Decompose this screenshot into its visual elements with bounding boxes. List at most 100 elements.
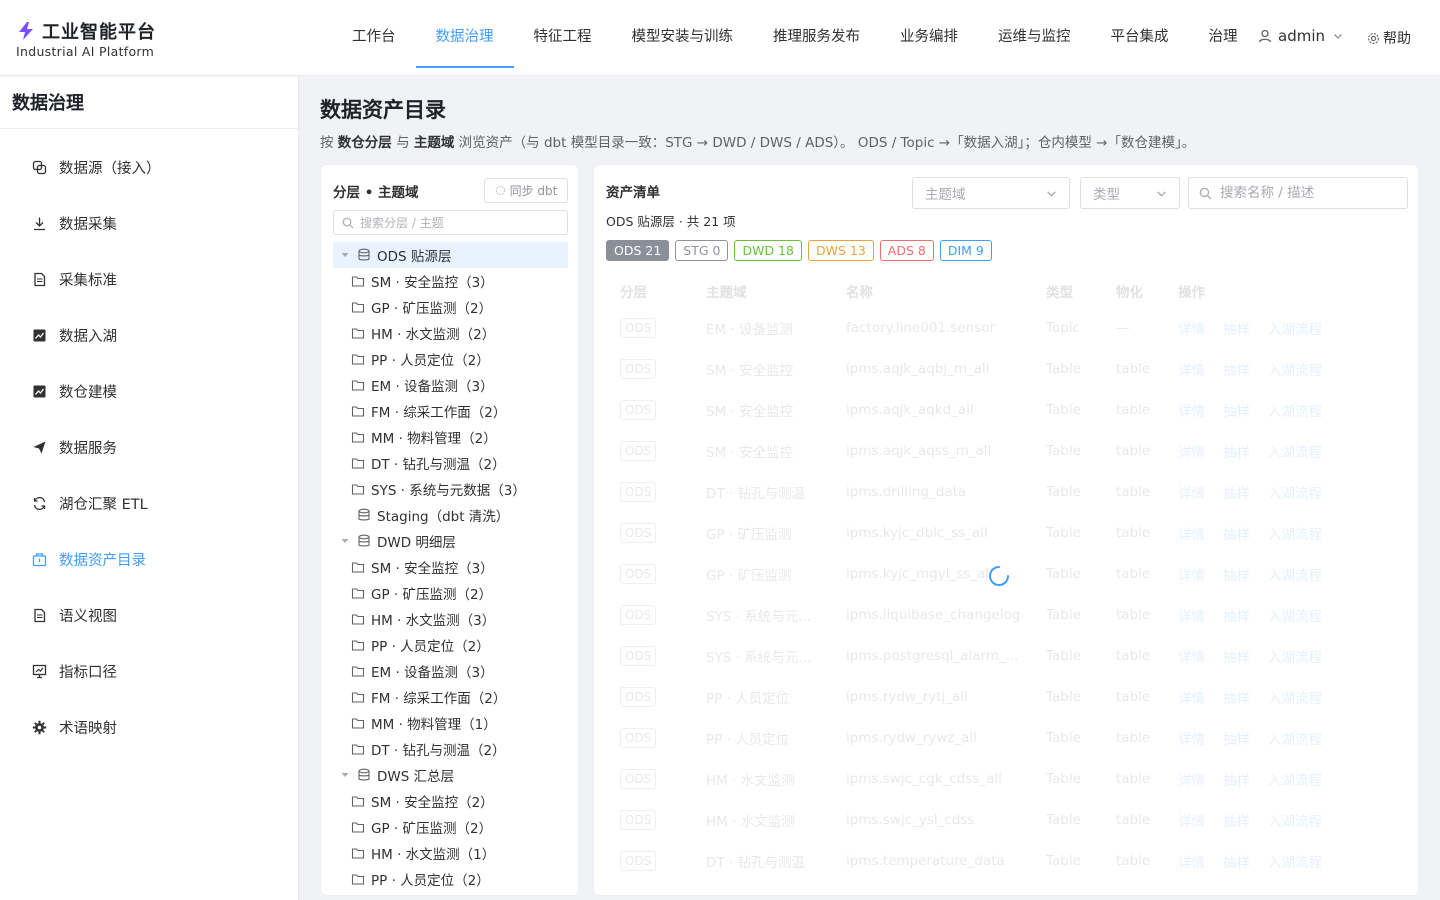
ingest-flow-link[interactable]: 入湖流程 [1268,605,1322,625]
sample-link[interactable]: 抽样 [1223,646,1250,666]
sample-link[interactable]: 抽样 [1223,318,1250,338]
tree-node-domain[interactable]: GP · 矿压监测（2） [333,294,568,320]
ingest-flow-link[interactable]: 入湖流程 [1268,359,1322,379]
detail-link[interactable]: 详情 [1178,687,1205,707]
sidebar-item-datasource[interactable]: 数据源（接入） [0,139,298,195]
ingest-flow-link[interactable]: 入湖流程 [1268,728,1322,748]
sidebar-item-standards[interactable]: 采集标准 [0,251,298,307]
tree-node-domain[interactable]: SYS · 系统与元数据（3） [333,476,568,502]
tree-node-dws[interactable]: DWS 汇总层 [333,762,568,788]
sidebar-item-semantic-view[interactable]: 语义视图 [0,587,298,643]
tree-node-domain[interactable]: PP · 人员定位（2） [333,632,568,658]
tree-node-domain[interactable]: PP · 人员定位（2） [333,866,568,892]
table-row[interactable]: ODS GP · 矿压监测 ipms.kyjc_dblc_ss_all Table ta… [606,512,1406,553]
topnav-governance-more[interactable]: 治理与 [1189,0,1239,68]
tree-node-domain[interactable]: HM · 水文监测（2） [333,320,568,346]
tree-node-domain[interactable]: FM · 综采工作面（2） [333,398,568,424]
ingest-flow-link[interactable]: 入湖流程 [1268,687,1322,707]
sample-link[interactable]: 抽样 [1223,482,1250,502]
tree-node-staging[interactable]: Staging（dbt 清洗） [333,502,568,528]
tree-node-domain[interactable]: SM · 安全监控（3） [333,554,568,580]
sample-link[interactable]: 抽样 [1223,400,1250,420]
sample-link[interactable]: 抽样 [1223,523,1250,543]
detail-link[interactable]: 详情 [1178,605,1205,625]
sample-link[interactable]: 抽样 [1223,605,1250,625]
layer-chip[interactable]: DWS 13 [807,240,874,261]
tree-node-domain[interactable]: PP · 人员定位（2） [333,346,568,372]
table-row[interactable]: ODS PP · 人员定位 ipms.rydw_rywz_all Table table… [606,717,1406,758]
tree-node-domain[interactable]: MM · 物料管理（2） [333,424,568,450]
detail-link[interactable]: 详情 [1178,769,1205,789]
detail-link[interactable]: 详情 [1178,359,1205,379]
sidebar-item-warehouse-modeling[interactable]: 数仓建模 [0,363,298,419]
detail-link[interactable]: 详情 [1178,318,1205,338]
tree-node-ods[interactable]: ODS 贴源层 [333,242,568,268]
detail-link[interactable]: 详情 [1178,810,1205,830]
type-select[interactable]: 类型 [1080,177,1180,209]
tree-node-domain[interactable]: EM · 设备监测（3） [333,658,568,684]
layer-chip[interactable]: ADS 8 [879,240,934,261]
ingest-flow-link[interactable]: 入湖流程 [1268,646,1322,666]
sample-link[interactable]: 抽样 [1223,728,1250,748]
sample-link[interactable]: 抽样 [1223,359,1250,379]
tree-node-domain[interactable]: FM · 综采工作面（2） [333,684,568,710]
sample-link[interactable]: 抽样 [1223,810,1250,830]
table-row[interactable]: ODS HM · 水文监测 ipms.swjc_ysl_cdss Table table… [606,799,1406,840]
ingest-flow-link[interactable]: 入湖流程 [1268,441,1322,461]
topnav-platform-integration[interactable]: 平台集成 [1091,0,1189,68]
tree-node-domain[interactable]: SM · 安全监控（2） [333,788,568,814]
sample-link[interactable]: 抽样 [1223,441,1250,461]
table-row[interactable]: ODS SYS · 系统与元... ipms.liquibase_changelog… [606,594,1406,635]
ingest-flow-link[interactable]: 入湖流程 [1268,564,1322,584]
tree-node-domain[interactable]: EM · 设备监测（3） [333,372,568,398]
topnav-data-governance[interactable]: 数据治理 [415,0,514,68]
table-row[interactable]: ODS SM · 安全监控 ipms.aqjk_aqbj_m_all Table tab… [606,348,1406,389]
sidebar-item-data-service[interactable]: 数据服务 [0,419,298,475]
layer-chip[interactable]: STG 0 [675,240,729,261]
domain-select[interactable]: 主题域 [912,177,1070,209]
sample-link[interactable]: 抽样 [1223,851,1250,871]
ingest-flow-link[interactable]: 入湖流程 [1268,400,1322,420]
user-menu[interactable]: admin [1258,27,1349,45]
detail-link[interactable]: 详情 [1178,400,1205,420]
sync-dbt-button[interactable]: 同步 dbt [484,178,568,203]
tree-node-domain[interactable]: SM · 安全监控（3） [333,268,568,294]
ingest-flow-link[interactable]: 入湖流程 [1268,523,1322,543]
tree-node-domain[interactable]: DT · 钻孔与测温（2） [333,736,568,762]
table-row[interactable]: ODS EM · 设备监测 factory.line001.sensor Topic —… [606,307,1406,348]
tree-search-field[interactable] [333,210,568,235]
ingest-flow-link[interactable]: 入湖流程 [1268,318,1322,338]
detail-link[interactable]: 详情 [1178,523,1205,543]
ingest-flow-link[interactable]: 入湖流程 [1268,851,1322,871]
table-row[interactable]: ODS SM · 安全监控 ipms.aqjk_aqss_m_all Table tab… [606,430,1406,471]
topnav-ops-monitoring[interactable]: 运维与监控 [978,0,1091,68]
tree-node-domain[interactable]: DT · 钻孔与测温（2） [333,450,568,476]
topnav-feature-engineering[interactable]: 特征工程 [514,0,612,68]
sample-link[interactable]: 抽样 [1223,687,1250,707]
layer-chip[interactable]: ODS 21 [606,240,670,261]
ingest-flow-link[interactable]: 入湖流程 [1268,769,1322,789]
asset-search-field[interactable] [1188,177,1408,209]
ingest-flow-link[interactable]: 入湖流程 [1268,810,1322,830]
detail-link[interactable]: 详情 [1178,482,1205,502]
tree-search-input[interactable] [360,215,560,230]
help-link[interactable]: 帮助 [1367,28,1411,48]
layer-chip[interactable]: DIM 9 [939,240,992,261]
asset-search-input[interactable] [1220,185,1400,201]
tree-node-domain[interactable]: MM · 物料管理（1） [333,710,568,736]
detail-link[interactable]: 详情 [1178,646,1205,666]
topnav-inference-publish[interactable]: 推理服务发布 [753,0,880,68]
topnav-model-training[interactable]: 模型安装与训练 [612,0,754,68]
detail-link[interactable]: 详情 [1178,441,1205,461]
detail-link[interactable]: 详情 [1178,851,1205,871]
topnav-workbench[interactable]: 工作台 [332,0,416,68]
table-row[interactable]: ODS DT · 钻孔与测温 ipms.drilling_data Table tabl… [606,471,1406,512]
tree-node-domain[interactable]: HM · 水文监测（1） [333,840,568,866]
tree-node-domain[interactable]: HM · 水文监测（3） [333,606,568,632]
table-row[interactable]: ODS PP · 人员定位 ipms.rydw_rytj_all Table table… [606,676,1406,717]
sample-link[interactable]: 抽样 [1223,564,1250,584]
tree-node-domain[interactable]: GP · 矿压监测（2） [333,580,568,606]
sidebar-item-lake-ingest[interactable]: 数据入湖 [0,307,298,363]
sidebar-item-collection[interactable]: 数据采集 [0,195,298,251]
table-row[interactable]: ODS DT · 钻孔与测温 ipms.temperature_data Table t… [606,840,1406,881]
